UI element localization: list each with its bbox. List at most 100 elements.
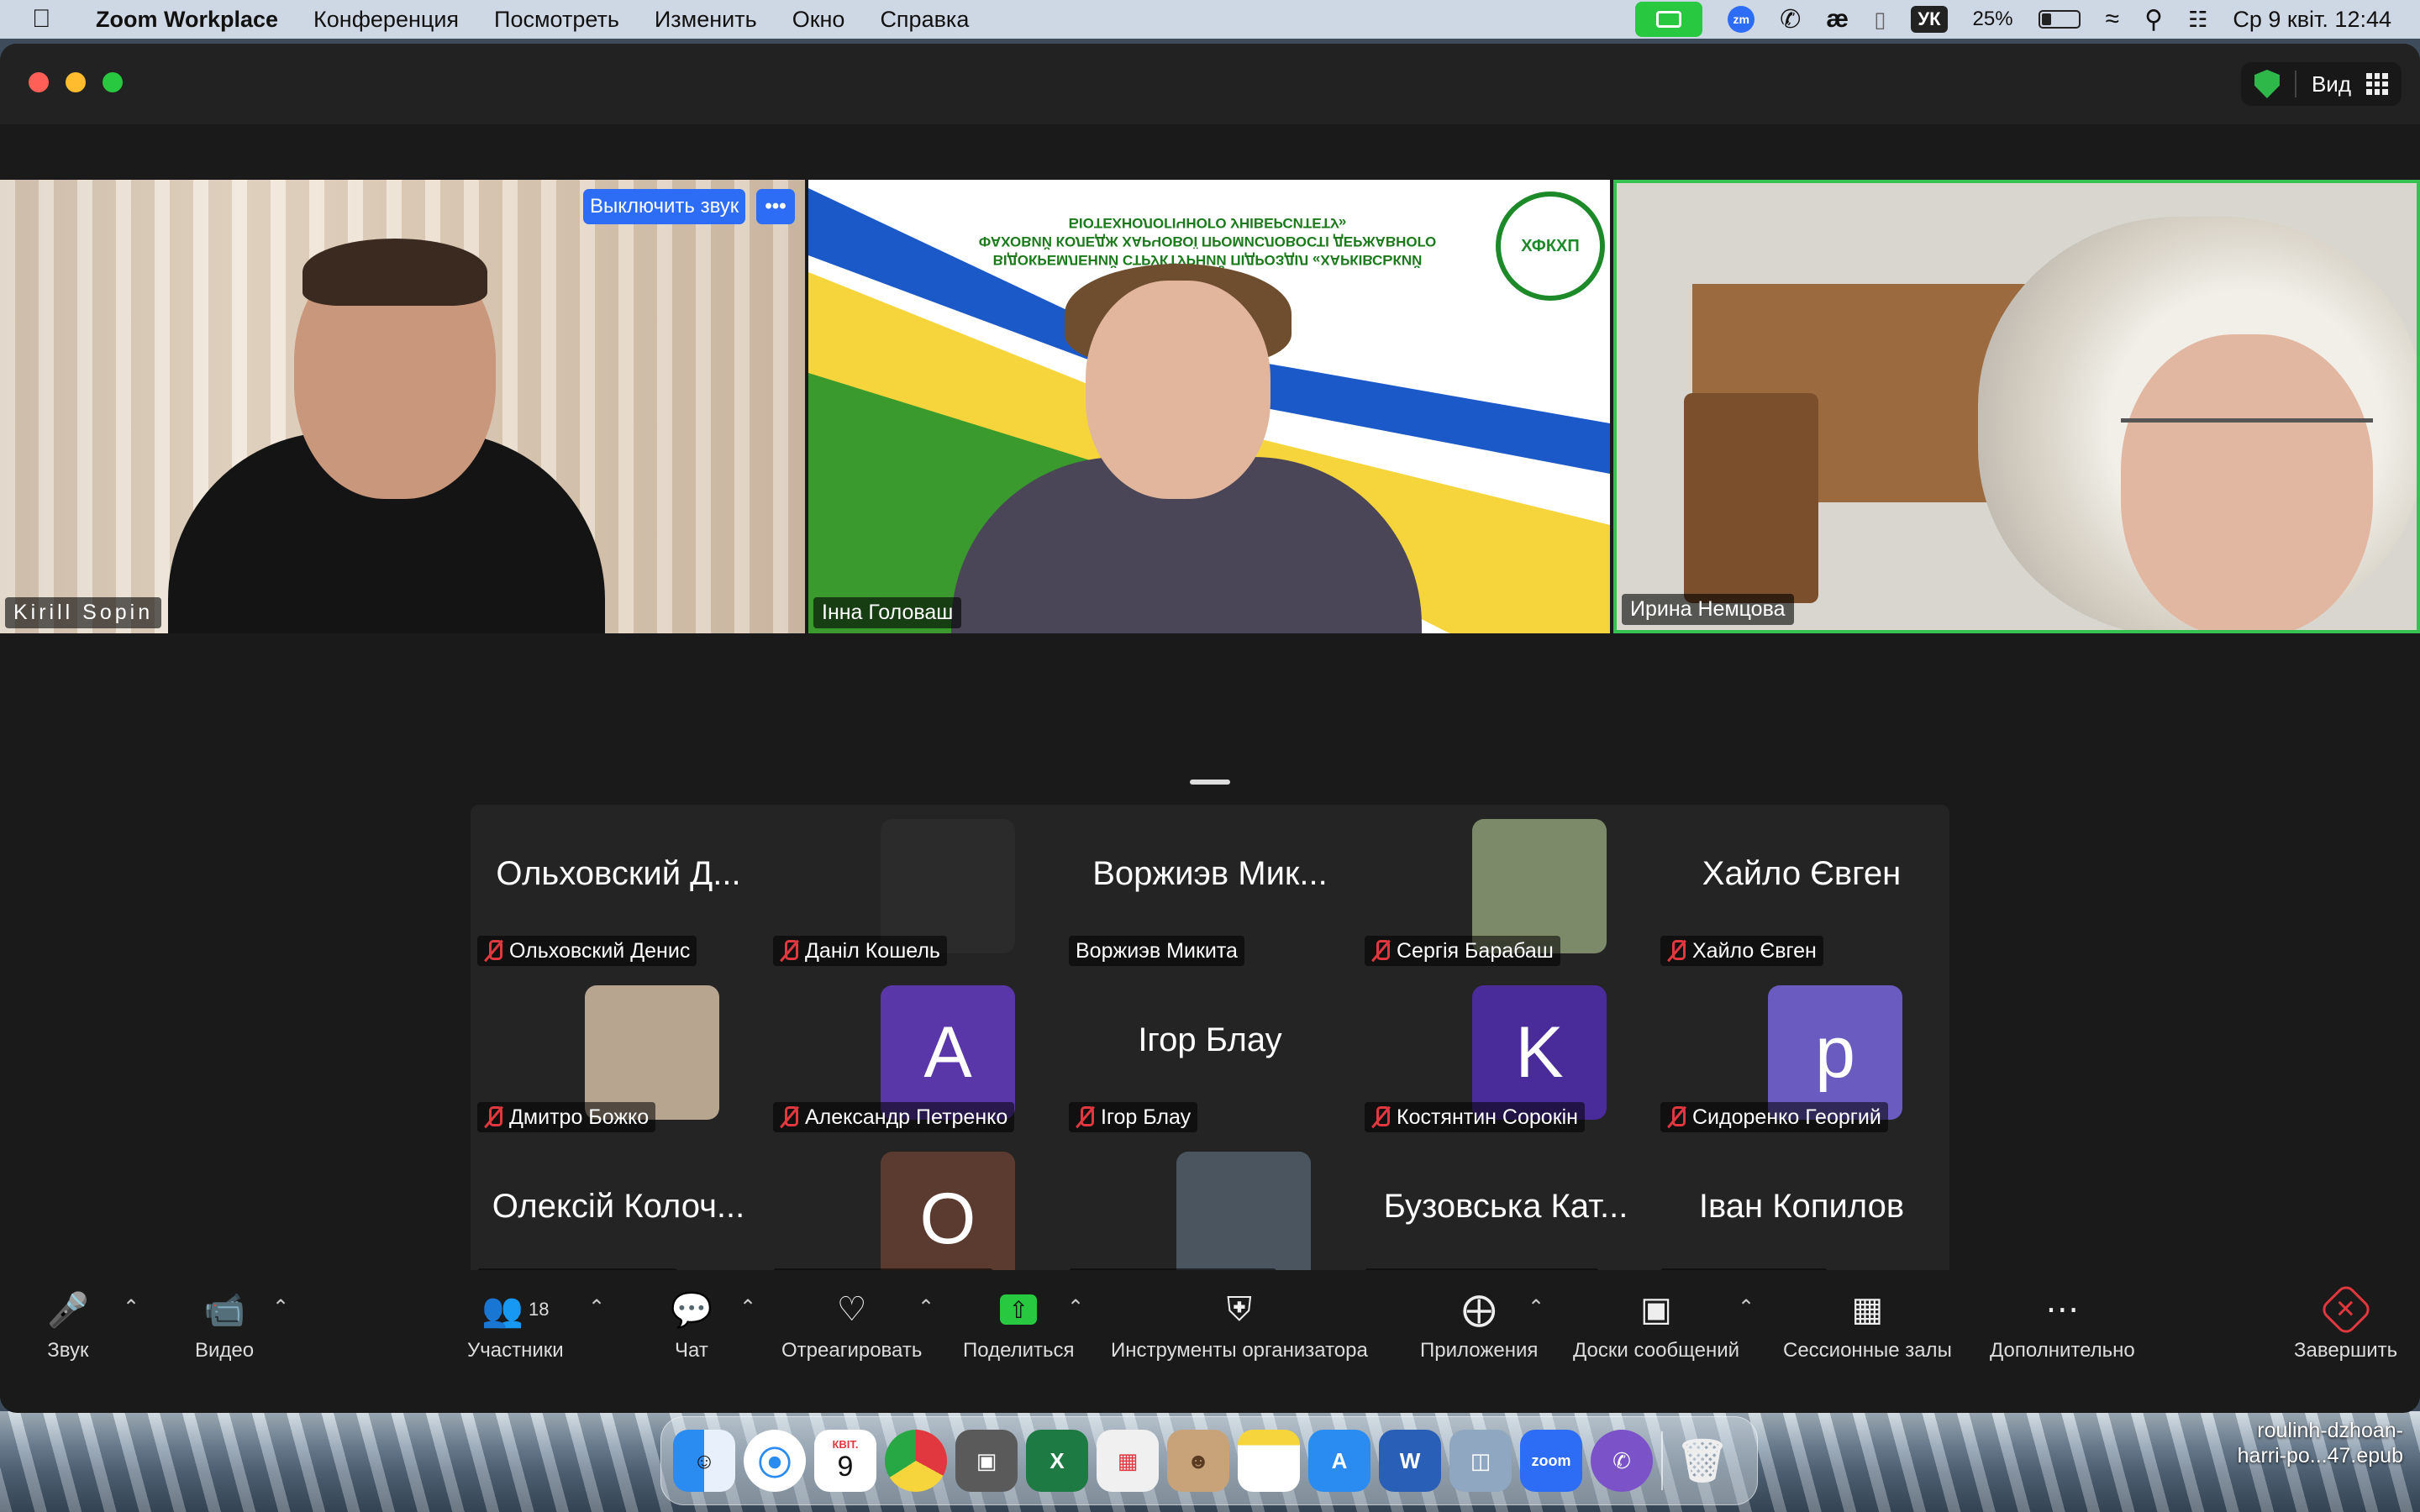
- participants-options-chevron-icon[interactable]: ⌃: [588, 1295, 605, 1320]
- zoom-icon[interactable]: zoom: [1520, 1430, 1582, 1492]
- breakout-rooms-button[interactable]: ▦ Сессионные залы: [1783, 1289, 1952, 1362]
- mic-off-icon: [1667, 1105, 1686, 1129]
- host-tools-button[interactable]: ⛨ Инструменты организатора: [1111, 1289, 1368, 1362]
- apple-icon[interactable]: : [32, 5, 66, 34]
- participant-display-name: Ігор Блау: [1138, 1021, 1282, 1058]
- security-shield-icon[interactable]: [2254, 70, 2280, 98]
- excel-icon[interactable]: X: [1026, 1430, 1088, 1492]
- more-options-button[interactable]: •••: [756, 189, 795, 224]
- video-button[interactable]: 📹 Видео: [195, 1289, 254, 1362]
- participant-name-label: Александр Петренко: [773, 1102, 1015, 1132]
- participant-name-tag: Інна Головаш: [813, 597, 962, 628]
- menu-meeting[interactable]: Конференция: [313, 7, 459, 33]
- video-tile-inna-golovash[interactable]: ВІДОКРЕМЛЕНИЙ СТРУКТУРНИЙ ПІДРОЗДІЛ «ХАР…: [808, 180, 1610, 633]
- viber-icon[interactable]: ✆: [1591, 1430, 1653, 1492]
- participant-photo: [1472, 819, 1607, 953]
- participant-head: [1086, 281, 1270, 499]
- mute-participant-button[interactable]: Выключить звук: [583, 189, 746, 224]
- zm-icon[interactable]: zm: [1728, 6, 1755, 33]
- zoom-video-icon[interactable]: [1635, 2, 1703, 37]
- viber-notification-icon[interactable]: ✆: [1780, 5, 1801, 34]
- whiteboards-options-chevron-icon[interactable]: ⌃: [1738, 1295, 1754, 1320]
- menu-window[interactable]: Окно: [792, 7, 845, 33]
- participant-photo: [585, 985, 719, 1120]
- participant-tile[interactable]: Ольховский Д... Ольховский Денис: [471, 805, 766, 971]
- share-options-chevron-icon[interactable]: ⌃: [1067, 1295, 1084, 1320]
- sidebar-icon[interactable]: ▯: [1874, 7, 1886, 33]
- notes-icon[interactable]: [1238, 1430, 1300, 1492]
- participant-tile[interactable]: Сергія Барабаш: [1358, 805, 1654, 971]
- menu-help[interactable]: Справка: [880, 7, 969, 33]
- video-tile-iryna-nemtsova[interactable]: Ирина Немцова: [1613, 180, 2420, 633]
- panel-resize-handle[interactable]: [1190, 780, 1230, 785]
- share-screen-button[interactable]: ⇧ Поделиться: [963, 1289, 1075, 1362]
- launchpad-icon[interactable]: ▦: [1097, 1430, 1159, 1492]
- react-options-chevron-icon[interactable]: ⌃: [918, 1295, 934, 1320]
- calendar-day: 9: [837, 1451, 854, 1483]
- contacts-icon[interactable]: ☻: [1167, 1430, 1229, 1492]
- input-language-indicator[interactable]: УК: [1911, 6, 1948, 33]
- audio-options-chevron-icon[interactable]: ⌃: [123, 1295, 139, 1320]
- clock[interactable]: Ср 9 квіт. 12:44: [2233, 7, 2391, 33]
- chrome-icon[interactable]: [885, 1430, 947, 1492]
- share-label: Поделиться: [963, 1339, 1075, 1362]
- ae-icon[interactable]: æ: [1826, 5, 1849, 34]
- mic-off-icon: [1371, 939, 1390, 963]
- end-label: Завершить: [2294, 1339, 2398, 1362]
- end-meeting-icon: ✕: [2318, 1282, 2374, 1337]
- more-dots-icon: ⋯: [2045, 1291, 2080, 1328]
- menu-view[interactable]: Посмотреть: [494, 7, 619, 33]
- participant-tile[interactable]: Даніл Кошель: [766, 805, 1062, 971]
- grid-view-icon[interactable]: [2366, 73, 2388, 95]
- audio-label: Звук: [47, 1339, 89, 1362]
- more-button[interactable]: ⋯ Дополнительно: [1990, 1289, 2135, 1362]
- apps-icon: ⨁: [1462, 1291, 1497, 1328]
- close-window-button[interactable]: [29, 72, 49, 92]
- participant-tile[interactable]: Хайло Євген Хайло Євген: [1654, 805, 1949, 971]
- menu-app-name[interactable]: Zoom Workplace: [96, 7, 278, 33]
- wifi-icon[interactable]: ≈: [2106, 5, 2119, 34]
- search-icon[interactable]: ⚲: [2144, 5, 2163, 34]
- minimize-window-button[interactable]: [66, 72, 86, 92]
- video-camera-icon: 📹: [203, 1291, 245, 1329]
- mic-off-icon: [780, 939, 798, 963]
- video-options-chevron-icon[interactable]: ⌃: [272, 1295, 289, 1320]
- participant-tile[interactable]: K Костянтин Сорокін: [1358, 971, 1654, 1137]
- chat-options-chevron-icon[interactable]: ⌃: [739, 1295, 756, 1320]
- desktop-file-epub[interactable]: roulinh-dzhoan- harri-po...47.epub: [2202, 1418, 2403, 1468]
- calendar-icon[interactable]: КВІТ. 9: [814, 1430, 876, 1492]
- audio-button[interactable]: 🎤 Звук: [47, 1289, 89, 1362]
- end-meeting-button[interactable]: ✕ Завершить: [2294, 1282, 2398, 1362]
- control-center-icon[interactable]: ☷: [2188, 7, 2207, 33]
- preview-icon[interactable]: ◫: [1449, 1430, 1512, 1492]
- participant-name-text: Костянтин Сорокін: [1397, 1105, 1578, 1129]
- apps-options-chevron-icon[interactable]: ⌃: [1528, 1295, 1544, 1320]
- whiteboards-button[interactable]: ▣ Доски сообщений: [1573, 1289, 1739, 1362]
- participant-name-text: Хайло Євген: [1692, 938, 1817, 963]
- react-button[interactable]: ♡ Отреагировать: [781, 1289, 922, 1362]
- participant-tile[interactable]: Ігор Блау Ігор Блау: [1062, 971, 1358, 1137]
- chat-bubble-icon: 💬: [671, 1291, 713, 1329]
- screenshot-icon[interactable]: ▣: [955, 1430, 1018, 1492]
- video-tile-kirill-sopin[interactable]: Kirill Sopin: [0, 180, 805, 633]
- menu-edit[interactable]: Изменить: [655, 7, 757, 33]
- safari-icon[interactable]: ⦿: [744, 1430, 806, 1492]
- participant-name-label: Костянтин Сорокін: [1365, 1102, 1585, 1132]
- participant-display-name: Ольховский Д...: [496, 855, 741, 892]
- participant-tile[interactable]: A Александр Петренко: [766, 971, 1062, 1137]
- participant-tile[interactable]: Воржиэв Мик... Воржиэв Микита: [1062, 805, 1358, 971]
- word-icon[interactable]: W: [1379, 1430, 1441, 1492]
- participant-tile[interactable]: Дмитро Божко: [471, 971, 766, 1137]
- finder-icon[interactable]: ☺: [673, 1430, 735, 1492]
- apps-button[interactable]: ⨁ Приложения: [1420, 1289, 1538, 1362]
- mic-off-icon: [1667, 939, 1686, 963]
- participant-tile[interactable]: p Сидоренко Георгий: [1654, 971, 1949, 1137]
- trash-icon[interactable]: 🗑: [1671, 1430, 1733, 1492]
- view-button-label[interactable]: Вид: [2312, 71, 2351, 97]
- participants-button[interactable]: 👥 18 Участники: [467, 1289, 564, 1362]
- battery-icon[interactable]: [2038, 10, 2081, 29]
- fullscreen-window-button[interactable]: [103, 72, 123, 92]
- participant-face: [2121, 334, 2373, 630]
- chat-button[interactable]: 💬 Чат: [671, 1289, 713, 1362]
- app-store-icon[interactable]: A: [1308, 1430, 1370, 1492]
